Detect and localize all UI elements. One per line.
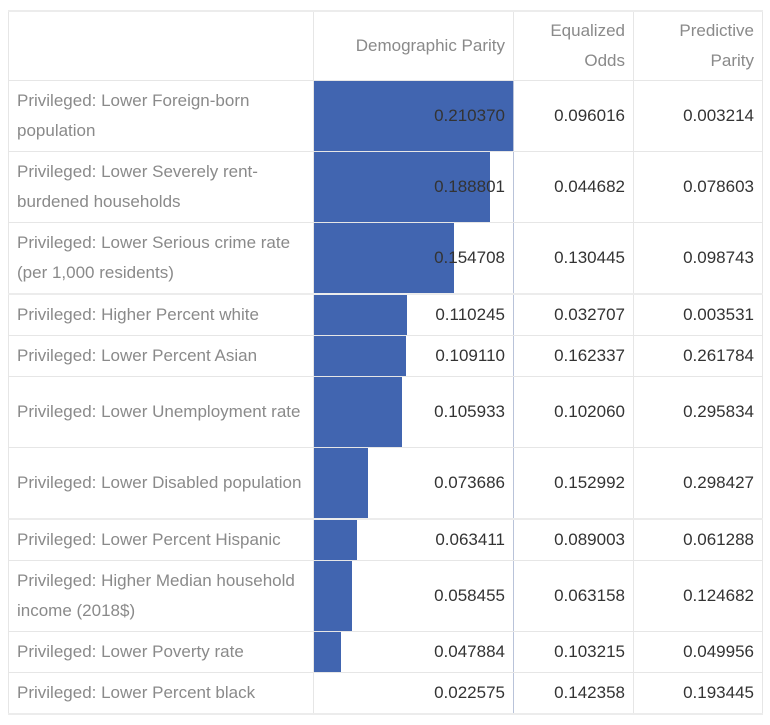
predictive-parity-cell: 0.003531 bbox=[633, 293, 763, 336]
demographic-parity-cell: 0.110245 bbox=[313, 293, 514, 336]
fairness-metrics-table: Demographic Parity Equalized Odds Predic… bbox=[8, 10, 763, 715]
row-label: Privileged: Lower Unemployment rate bbox=[8, 376, 314, 448]
predictive-parity-cell: 0.061288 bbox=[633, 518, 763, 561]
demographic-parity-cell: 0.154708 bbox=[313, 222, 514, 295]
row-label: Privileged: Lower Percent Asian bbox=[8, 335, 314, 377]
predictive-parity-cell: 0.193445 bbox=[633, 672, 763, 715]
equalized-odds-cell: 0.032707 bbox=[513, 293, 634, 336]
demographic-parity-value: 0.110245 bbox=[435, 305, 505, 324]
demographic-parity-value: 0.154708 bbox=[434, 248, 505, 267]
equalized-odds-cell: 0.044682 bbox=[513, 151, 634, 223]
predictive-parity-cell: 0.261784 bbox=[633, 335, 763, 377]
demographic-parity-value: 0.188801 bbox=[434, 177, 505, 196]
demographic-parity-value: 0.210370 bbox=[434, 106, 505, 125]
demographic-parity-value: 0.047884 bbox=[434, 642, 505, 661]
equalized-odds-cell: 0.102060 bbox=[513, 376, 634, 448]
row-label: Privileged: Lower Severely rent-burdened… bbox=[8, 151, 314, 223]
row-label: Privileged: Lower Serious crime rate (pe… bbox=[8, 222, 314, 295]
column-header-index bbox=[8, 10, 314, 81]
equalized-odds-cell: 0.096016 bbox=[513, 80, 634, 152]
table-row: Privileged: Higher Median household inco… bbox=[8, 560, 763, 632]
table-row: Privileged: Lower Unemployment rate 0.10… bbox=[8, 376, 763, 448]
equalized-odds-cell: 0.142358 bbox=[513, 672, 634, 715]
demographic-parity-value: 0.063411 bbox=[435, 530, 505, 549]
row-label: Privileged: Higher Median household inco… bbox=[8, 560, 314, 632]
table-row: Privileged: Lower Poverty rate 0.047884 … bbox=[8, 631, 763, 673]
demographic-parity-cell: 0.022575 bbox=[313, 672, 514, 715]
predictive-parity-cell: 0.098743 bbox=[633, 222, 763, 295]
demographic-parity-cell: 0.210370 bbox=[313, 80, 514, 152]
equalized-odds-cell: 0.130445 bbox=[513, 222, 634, 295]
predictive-parity-cell: 0.003214 bbox=[633, 80, 763, 152]
demographic-parity-cell: 0.058455 bbox=[313, 560, 514, 632]
demographic-parity-cell: 0.063411 bbox=[313, 518, 514, 561]
predictive-parity-cell: 0.124682 bbox=[633, 560, 763, 632]
column-header-predictive-parity[interactable]: Predictive Parity bbox=[633, 10, 763, 81]
header-row: Demographic Parity Equalized Odds Predic… bbox=[8, 10, 763, 81]
table-row: Privileged: Higher Percent white 0.11024… bbox=[8, 293, 763, 336]
equalized-odds-cell: 0.162337 bbox=[513, 335, 634, 377]
table-row: Privileged: Lower Serious crime rate (pe… bbox=[8, 222, 763, 295]
row-label: Privileged: Lower Foreign-born populatio… bbox=[8, 80, 314, 152]
demographic-parity-cell: 0.047884 bbox=[313, 631, 514, 673]
demographic-parity-value: 0.022575 bbox=[434, 683, 505, 702]
row-label: Privileged: Lower Disabled population bbox=[8, 447, 314, 520]
predictive-parity-cell: 0.298427 bbox=[633, 447, 763, 520]
row-label: Privileged: Lower Poverty rate bbox=[8, 631, 314, 673]
column-header-equalized-odds[interactable]: Equalized Odds bbox=[513, 10, 634, 81]
table-row: Privileged: Lower Foreign-born populatio… bbox=[8, 80, 763, 152]
predictive-parity-cell: 0.078603 bbox=[633, 151, 763, 223]
demographic-parity-cell: 0.105933 bbox=[313, 376, 514, 448]
demographic-parity-cell: 0.109110 bbox=[313, 335, 514, 377]
demographic-parity-value: 0.058455 bbox=[434, 586, 505, 605]
equalized-odds-cell: 0.089003 bbox=[513, 518, 634, 561]
equalized-odds-cell: 0.063158 bbox=[513, 560, 634, 632]
predictive-parity-cell: 0.295834 bbox=[633, 376, 763, 448]
demographic-parity-cell: 0.073686 bbox=[313, 447, 514, 520]
demographic-parity-cell: 0.188801 bbox=[313, 151, 514, 223]
row-label: Privileged: Lower Percent black bbox=[8, 672, 314, 715]
row-label: Privileged: Lower Percent Hispanic bbox=[8, 518, 314, 561]
equalized-odds-cell: 0.103215 bbox=[513, 631, 634, 673]
fairness-metrics-table-container: Demographic Parity Equalized Odds Predic… bbox=[8, 10, 763, 715]
demographic-parity-value: 0.105933 bbox=[434, 402, 505, 421]
column-header-demographic-parity[interactable]: Demographic Parity bbox=[313, 10, 514, 81]
table-row: Privileged: Lower Percent Asian 0.109110… bbox=[8, 335, 763, 377]
table-row: Privileged: Lower Disabled population 0.… bbox=[8, 447, 763, 520]
predictive-parity-cell: 0.049956 bbox=[633, 631, 763, 673]
table-row: Privileged: Lower Percent black 0.022575… bbox=[8, 672, 763, 715]
equalized-odds-cell: 0.152992 bbox=[513, 447, 634, 520]
demographic-parity-value: 0.109110 bbox=[435, 346, 505, 365]
table-row: Privileged: Lower Severely rent-burdened… bbox=[8, 151, 763, 223]
demographic-parity-value: 0.073686 bbox=[434, 473, 505, 492]
row-label: Privileged: Higher Percent white bbox=[8, 293, 314, 336]
table-row: Privileged: Lower Percent Hispanic 0.063… bbox=[8, 518, 763, 561]
